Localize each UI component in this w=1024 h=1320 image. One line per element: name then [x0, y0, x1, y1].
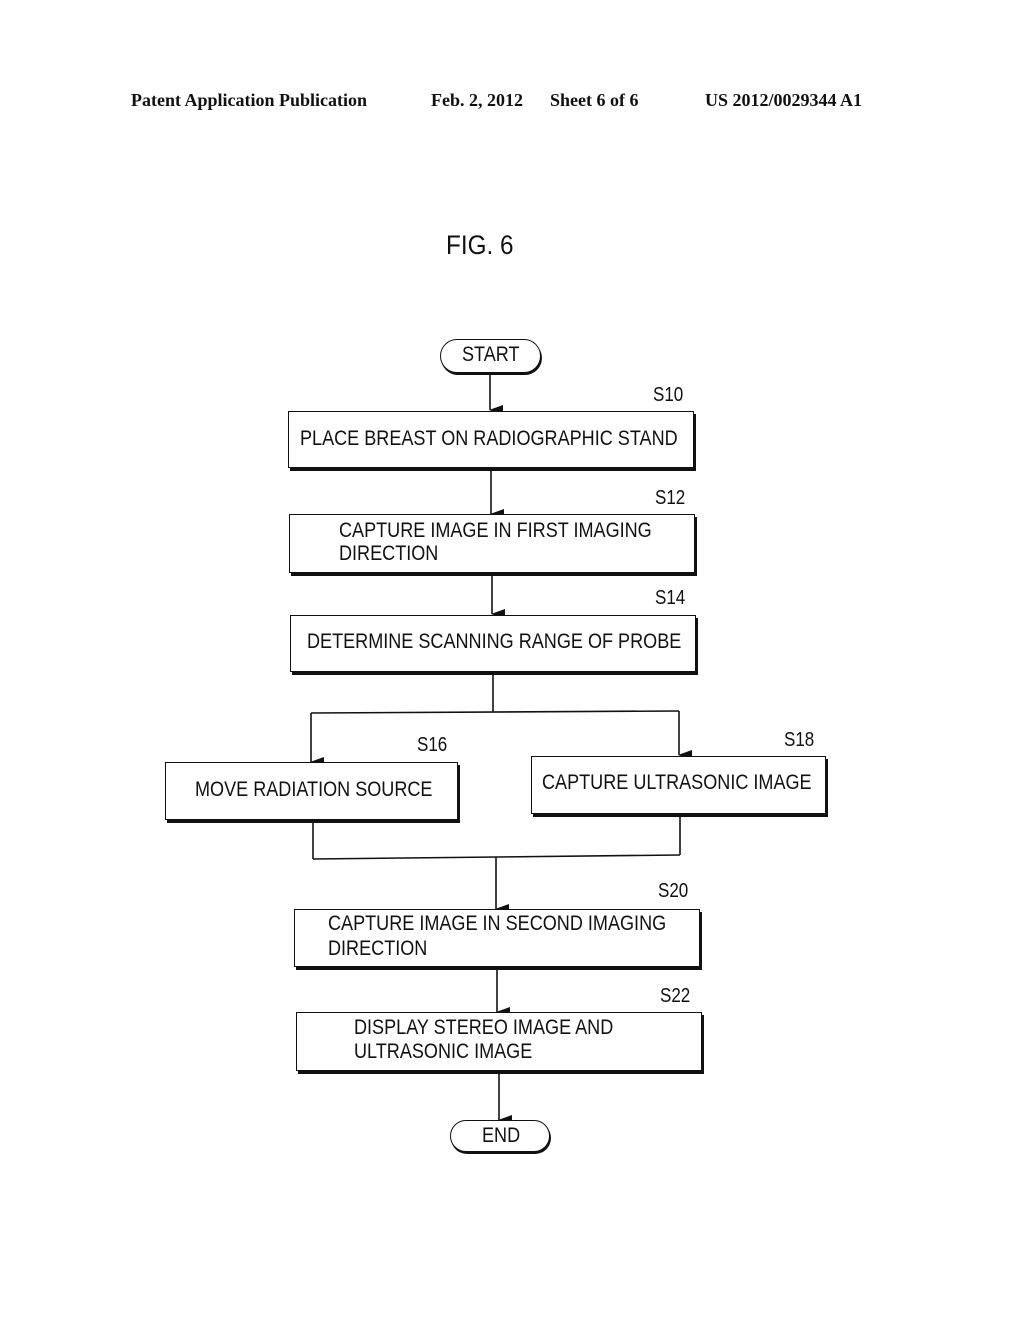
step-id-s20: S20	[658, 880, 689, 902]
step-s12-text-line2: DIRECTION	[339, 542, 439, 565]
step-id-s14: S14	[655, 587, 686, 609]
step-id-s10: S10	[653, 384, 684, 406]
step-s18-text: CAPTURE ULTRASONIC IMAGE	[542, 771, 812, 794]
step-id-s22: S22	[660, 985, 691, 1007]
step-id-s12: S12	[655, 487, 686, 509]
step-s12-text-line1: CAPTURE IMAGE IN FIRST IMAGING	[339, 519, 652, 542]
start-label: START	[462, 343, 520, 366]
step-s10-text: PLACE BREAST ON RADIOGRAPHIC STAND	[300, 427, 678, 450]
step-s14-text: DETERMINE SCANNING RANGE OF PROBE	[307, 630, 682, 653]
step-s20-text-line1: CAPTURE IMAGE IN SECOND IMAGING	[328, 912, 667, 935]
step-id-s16: S16	[417, 734, 448, 756]
connector-split-horizontal	[310, 710, 680, 714]
step-s16-text: MOVE RADIATION SOURCE	[195, 778, 433, 801]
step-id-s18: S18	[784, 729, 815, 751]
step-s22-text-line1: DISPLAY STEREO IMAGE AND	[354, 1016, 614, 1039]
step-s22-text-line2: ULTRASONIC IMAGE	[354, 1040, 533, 1063]
step-s20-text-line2: DIRECTION	[328, 937, 428, 960]
end-label: END	[482, 1124, 521, 1147]
